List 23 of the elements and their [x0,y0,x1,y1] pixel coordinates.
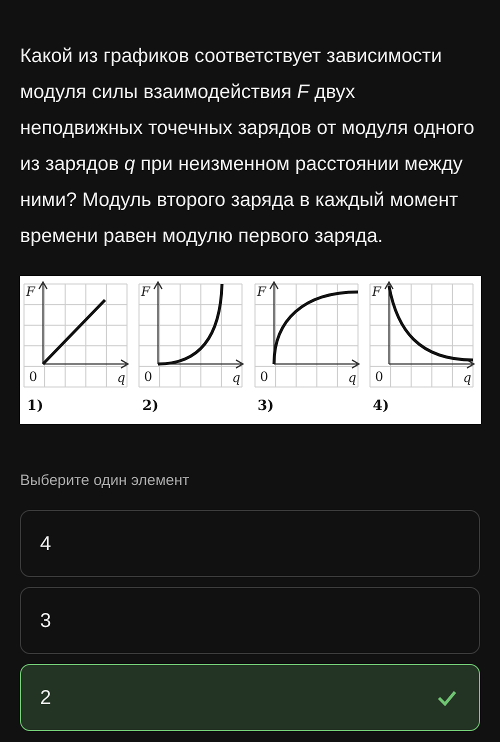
origin-label: 0 [374,370,384,385]
graph-caption: 2) [142,397,159,416]
axis-label: q [232,371,241,386]
curve-line [42,298,106,366]
axis-label: F [372,285,381,300]
axis-label: q [348,371,356,386]
axis-label: F [26,285,36,300]
origin-label: 0 [144,370,153,385]
origin-label: 0 [29,370,38,385]
check-icon [437,690,457,706]
answer-option[interactable]: 2 [20,664,480,731]
axis-label: q [462,371,472,386]
axis-label: F [141,285,150,300]
graph-caption: 4) [372,397,390,416]
answer-option[interactable]: 4 [20,510,480,577]
axis-label: q [117,371,126,386]
question-text: Какой из графиков соответствует зависимости модуля силы взаимодействия F двух неподвижных точечных зарядов от модуля одного из зарядов q при неизменном расстоянии между ними? Модуль второго заряда в каждый момент времени равен модулю первого заряда. [19,44,476,249]
graph-caption: 1) [27,397,44,416]
origin-label: 0 [260,370,268,385]
axis-label: F [256,285,266,300]
graph-caption: 3) [258,397,274,416]
prompt-text: Выберите один элемент [20,471,190,491]
answer-option[interactable]: 3 [20,587,480,654]
